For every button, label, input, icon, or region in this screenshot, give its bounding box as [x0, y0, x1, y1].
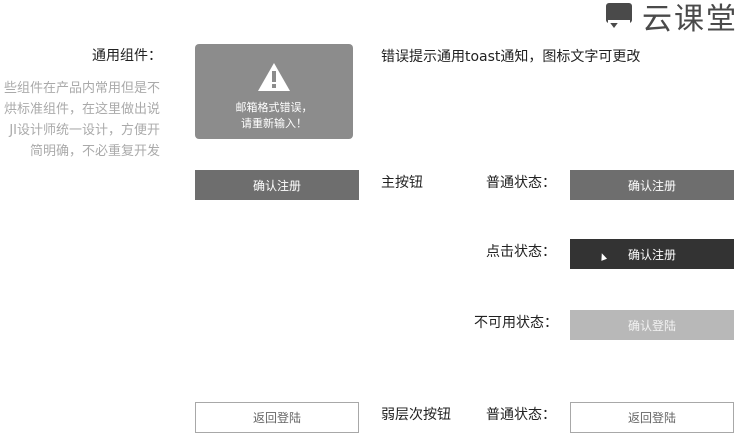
toast-message: 邮箱格式错误， 请重新输入！ — [195, 100, 353, 132]
primary-button-demo[interactable]: 确认注册 — [195, 170, 359, 200]
primary-button-pressed[interactable]: 确认注册 — [570, 239, 734, 269]
disabled-state-label: 不可用状态： — [474, 315, 558, 331]
section-description-line: 简明确，不必重复开发 — [29, 144, 160, 159]
secondary-button-demo[interactable]: 返回登陆 — [195, 402, 359, 433]
toast-message-line: 请重新输入！ — [241, 117, 307, 130]
primary-button-disabled: 确认登陆 — [570, 310, 734, 340]
section-description-line: 烘标准组件，在这里做出说 — [3, 102, 160, 117]
toast-note: 错误提示通用toast通知，图标文字可更改 — [381, 49, 641, 65]
section-title: 通用组件： — [92, 48, 162, 64]
section-description-line: 些组件在产品内常用但是不 — [3, 81, 160, 96]
chat-bubble-logo-icon — [604, 3, 634, 29]
brand-logo-text: 云课堂 — [642, 2, 738, 37]
warning-icon — [258, 63, 290, 91]
pressed-state-label: 点击状态： — [486, 244, 556, 260]
normal-state-label: 普通状态： — [486, 175, 556, 191]
toast-message-line: 邮箱格式错误， — [235, 101, 313, 114]
mouse-cursor-icon — [598, 252, 608, 261]
section-description: 些组件在产品内常用但是不 烘标准组件，在这里做出说 JI设计师统一设计，方便开 … — [0, 78, 160, 162]
secondary-button-heading: 弱层次按钮 — [381, 407, 451, 423]
section-description-line: JI设计师统一设计，方便开 — [9, 123, 160, 138]
secondary-button-normal[interactable]: 返回登陆 — [570, 402, 734, 433]
brand-logo: 云课堂 — [604, 0, 738, 38]
primary-button-normal[interactable]: 确认注册 — [570, 170, 734, 200]
primary-button-heading: 主按钮 — [381, 175, 423, 191]
primary-button-pressed-label: 确认注册 — [627, 247, 676, 262]
secondary-normal-state-label: 普通状态： — [486, 407, 556, 423]
error-toast: 邮箱格式错误， 请重新输入！ — [195, 44, 353, 139]
